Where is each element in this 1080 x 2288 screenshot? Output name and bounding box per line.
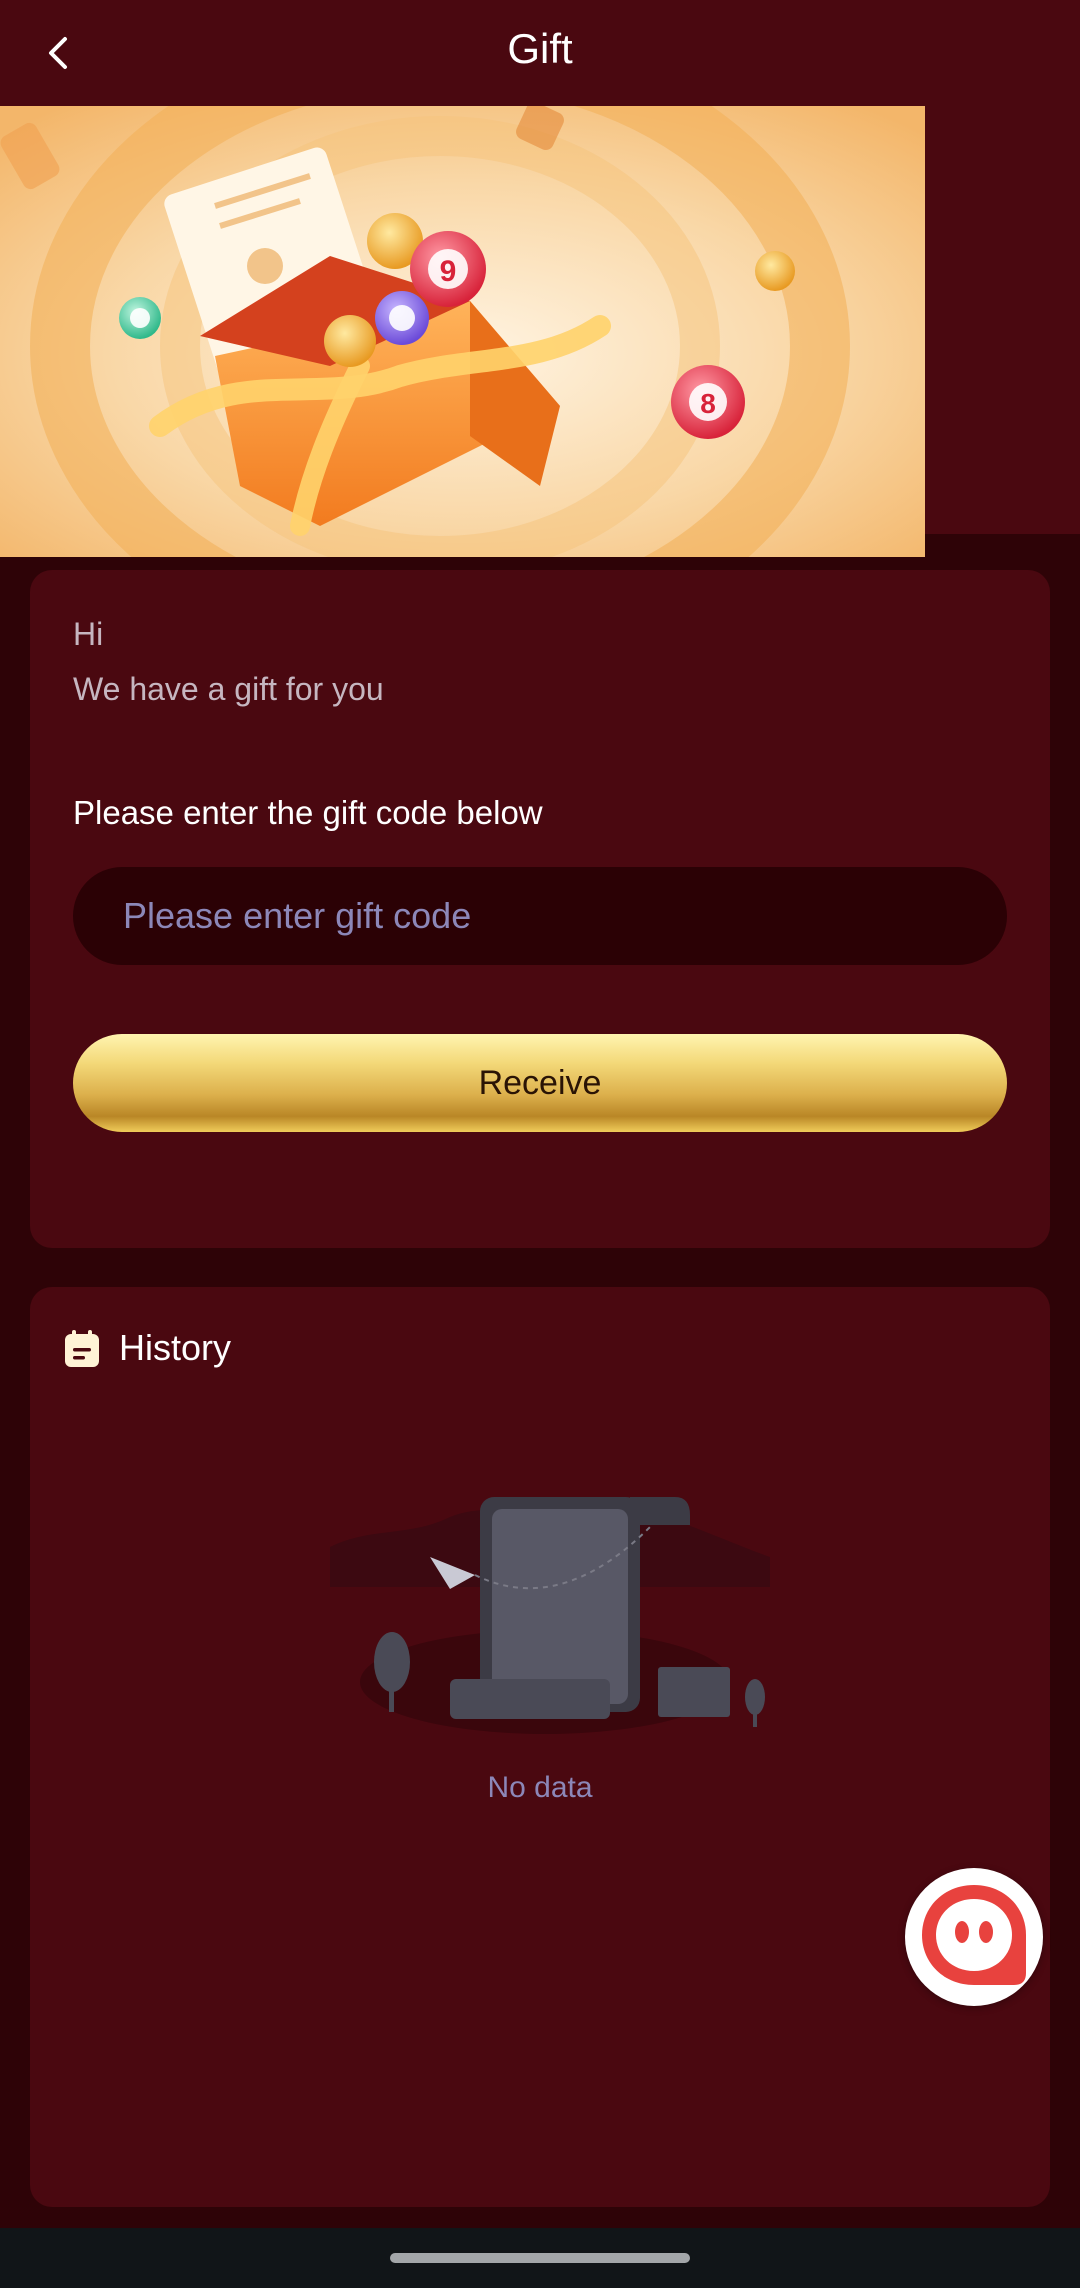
empty-state-text: No data bbox=[487, 1771, 593, 1804]
header-bar: Gift bbox=[0, 0, 1080, 106]
receive-button[interactable]: Receive bbox=[73, 1034, 1007, 1132]
chat-support-button[interactable] bbox=[905, 1868, 1043, 2006]
home-indicator[interactable] bbox=[390, 2253, 690, 2263]
empty-state-illustration bbox=[330, 1497, 770, 1734]
system-navigation-bar bbox=[0, 2228, 1080, 2288]
chat-support-icon bbox=[922, 1885, 1026, 1985]
page-title: Gift bbox=[507, 25, 573, 72]
gift-code-input[interactable] bbox=[73, 867, 1007, 965]
calendar-icon bbox=[65, 1330, 99, 1367]
svg-text:8: 8 bbox=[700, 388, 716, 419]
gift-subtitle: We have a gift for you bbox=[73, 671, 384, 707]
gift-code-card: Hi We have a gift for you Please enter t… bbox=[30, 570, 1050, 1248]
svg-text:9: 9 bbox=[440, 255, 457, 288]
gift-code-prompt: Please enter the gift code below bbox=[73, 794, 543, 831]
gift-banner-image: 9 8 bbox=[0, 106, 925, 557]
history-title: History bbox=[119, 1327, 232, 1368]
greeting-text: Hi bbox=[73, 616, 104, 652]
history-card: History No data bbox=[30, 1287, 1050, 2207]
